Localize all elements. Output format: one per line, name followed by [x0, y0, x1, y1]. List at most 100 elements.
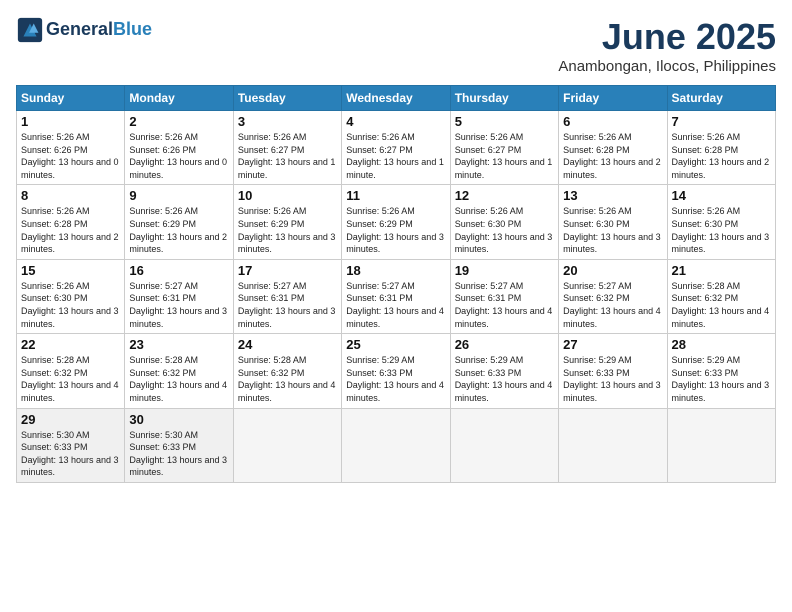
table-row: 26 Sunrise: 5:29 AMSunset: 6:33 PMDayligh…	[450, 334, 558, 408]
col-wednesday: Wednesday	[342, 86, 450, 111]
day-number: 12	[455, 188, 554, 203]
day-info: Sunrise: 5:28 AMSunset: 6:32 PMDaylight:…	[238, 354, 337, 404]
day-number: 25	[346, 337, 445, 352]
logo: GeneralBlue	[16, 16, 152, 44]
table-row: 30Sunrise: 5:30 AMSunset: 6:33 PMDayligh…	[125, 408, 233, 482]
title-block: June 2025 Anambongan, Ilocos, Philippine…	[558, 16, 776, 75]
day-info: Sunrise: 5:29 AMSunset: 6:33 PMDaylight:…	[672, 354, 771, 404]
day-number: 28	[672, 337, 771, 352]
day-info: Sunrise: 5:28 AMSunset: 6:32 PMDaylight:…	[129, 354, 228, 404]
day-info: Sunrise: 5:26 AMSunset: 6:30 PMDaylight:…	[21, 280, 120, 330]
day-info: Sunrise: 5:26 AMSunset: 6:29 PMDaylight:…	[129, 205, 228, 255]
table-row: 3Sunrise: 5:26 AMSunset: 6:27 PMDaylight…	[233, 111, 341, 185]
day-info: Sunrise: 5:28 AMSunset: 6:32 PMDaylight:…	[21, 354, 120, 404]
table-row	[342, 408, 450, 482]
table-row: 13Sunrise: 5:26 AMSunset: 6:30 PMDayligh…	[559, 185, 667, 259]
day-number: 8	[21, 188, 120, 203]
table-row: 5Sunrise: 5:26 AMSunset: 6:27 PMDaylight…	[450, 111, 558, 185]
calendar-week-row: 22 Sunrise: 5:28 AMSunset: 6:32 PMDayligh…	[17, 334, 776, 408]
day-number: 7	[672, 114, 771, 129]
table-row: 22 Sunrise: 5:28 AMSunset: 6:32 PMDayligh…	[17, 334, 125, 408]
day-info: Sunrise: 5:26 AMSunset: 6:29 PMDaylight:…	[346, 205, 445, 255]
table-row: 4 Sunrise: 5:26 AMSunset: 6:27 PMDaylight…	[342, 111, 450, 185]
calendar-header-row: Sunday Monday Tuesday Wednesday Thursday…	[17, 86, 776, 111]
calendar-week-row: 1 Sunrise: 5:26 AMSunset: 6:26 PMDaylight…	[17, 111, 776, 185]
day-info: Sunrise: 5:29 AMSunset: 6:33 PMDaylight:…	[563, 354, 662, 404]
day-number: 16	[129, 263, 228, 278]
logo-icon	[16, 16, 44, 44]
page-header: GeneralBlue June 2025 Anambongan, Ilocos…	[16, 16, 776, 75]
table-row	[233, 408, 341, 482]
day-number: 15	[21, 263, 120, 278]
day-number: 1	[21, 114, 120, 129]
table-row: 21 Sunrise: 5:28 AMSunset: 6:32 PMDayligh…	[667, 259, 775, 333]
col-thursday: Thursday	[450, 86, 558, 111]
day-info: Sunrise: 5:29 AMSunset: 6:33 PMDaylight:…	[455, 354, 554, 404]
table-row: 11Sunrise: 5:26 AMSunset: 6:29 PMDayligh…	[342, 185, 450, 259]
location-title: Anambongan, Ilocos, Philippines	[558, 58, 776, 75]
col-sunday: Sunday	[17, 86, 125, 111]
table-row: 7 Sunrise: 5:26 AMSunset: 6:28 PMDaylight…	[667, 111, 775, 185]
table-row: 27 Sunrise: 5:29 AMSunset: 6:33 PMDayligh…	[559, 334, 667, 408]
day-info: Sunrise: 5:26 AMSunset: 6:29 PMDaylight:…	[238, 205, 337, 255]
day-number: 4	[346, 114, 445, 129]
table-row: 9 Sunrise: 5:26 AMSunset: 6:29 PMDaylight…	[125, 185, 233, 259]
table-row: 16Sunrise: 5:27 AMSunset: 6:31 PMDayligh…	[125, 259, 233, 333]
table-row: 29 Sunrise: 5:30 AMSunset: 6:33 PMDayligh…	[17, 408, 125, 482]
day-number: 18	[346, 263, 445, 278]
calendar-week-row: 15 Sunrise: 5:26 AMSunset: 6:30 PMDayligh…	[17, 259, 776, 333]
day-number: 29	[21, 412, 120, 427]
day-number: 21	[672, 263, 771, 278]
day-number: 24	[238, 337, 337, 352]
table-row	[559, 408, 667, 482]
day-info: Sunrise: 5:26 AMSunset: 6:27 PMDaylight:…	[238, 131, 337, 181]
table-row	[667, 408, 775, 482]
day-number: 26	[455, 337, 554, 352]
col-tuesday: Tuesday	[233, 86, 341, 111]
day-info: Sunrise: 5:26 AMSunset: 6:26 PMDaylight:…	[21, 131, 120, 181]
day-info: Sunrise: 5:26 AMSunset: 6:26 PMDaylight:…	[129, 131, 228, 181]
calendar-week-row: 29 Sunrise: 5:30 AMSunset: 6:33 PMDayligh…	[17, 408, 776, 482]
day-number: 2	[129, 114, 228, 129]
day-info: Sunrise: 5:26 AMSunset: 6:27 PMDaylight:…	[455, 131, 554, 181]
table-row: 14Sunrise: 5:26 AMSunset: 6:30 PMDayligh…	[667, 185, 775, 259]
table-row: 20Sunrise: 5:27 AMSunset: 6:32 PMDayligh…	[559, 259, 667, 333]
table-row: 19Sunrise: 5:27 AMSunset: 6:31 PMDayligh…	[450, 259, 558, 333]
table-row: 6 Sunrise: 5:26 AMSunset: 6:28 PMDaylight…	[559, 111, 667, 185]
calendar-week-row: 8 Sunrise: 5:26 AMSunset: 6:28 PMDaylight…	[17, 185, 776, 259]
day-info: Sunrise: 5:26 AMSunset: 6:28 PMDaylight:…	[672, 131, 771, 181]
table-row: 15 Sunrise: 5:26 AMSunset: 6:30 PMDayligh…	[17, 259, 125, 333]
day-number: 27	[563, 337, 662, 352]
month-title: June 2025	[558, 16, 776, 58]
day-number: 14	[672, 188, 771, 203]
table-row: 12Sunrise: 5:26 AMSunset: 6:30 PMDayligh…	[450, 185, 558, 259]
table-row: 17Sunrise: 5:27 AMSunset: 6:31 PMDayligh…	[233, 259, 341, 333]
table-row: 2 Sunrise: 5:26 AMSunset: 6:26 PMDaylight…	[125, 111, 233, 185]
day-info: Sunrise: 5:26 AMSunset: 6:27 PMDaylight:…	[346, 131, 445, 181]
table-row: 24 Sunrise: 5:28 AMSunset: 6:32 PMDayligh…	[233, 334, 341, 408]
day-info: Sunrise: 5:27 AMSunset: 6:31 PMDaylight:…	[455, 280, 554, 330]
day-info: Sunrise: 5:26 AMSunset: 6:28 PMDaylight:…	[563, 131, 662, 181]
day-number: 10	[238, 188, 337, 203]
table-row: 18 Sunrise: 5:27 AMSunset: 6:31 PMDayligh…	[342, 259, 450, 333]
day-number: 22	[21, 337, 120, 352]
col-monday: Monday	[125, 86, 233, 111]
day-info: Sunrise: 5:27 AMSunset: 6:31 PMDaylight:…	[238, 280, 337, 330]
day-info: Sunrise: 5:27 AMSunset: 6:32 PMDaylight:…	[563, 280, 662, 330]
day-info: Sunrise: 5:29 AMSunset: 6:33 PMDaylight:…	[346, 354, 445, 404]
day-number: 6	[563, 114, 662, 129]
day-info: Sunrise: 5:26 AMSunset: 6:28 PMDaylight:…	[21, 205, 120, 255]
table-row	[450, 408, 558, 482]
table-row: 1 Sunrise: 5:26 AMSunset: 6:26 PMDaylight…	[17, 111, 125, 185]
col-saturday: Saturday	[667, 86, 775, 111]
day-info: Sunrise: 5:30 AMSunset: 6:33 PMDaylight:…	[21, 429, 120, 479]
day-info: Sunrise: 5:28 AMSunset: 6:32 PMDaylight:…	[672, 280, 771, 330]
day-number: 30	[129, 412, 228, 427]
day-number: 9	[129, 188, 228, 203]
col-friday: Friday	[559, 86, 667, 111]
day-number: 13	[563, 188, 662, 203]
table-row: 23Sunrise: 5:28 AMSunset: 6:32 PMDayligh…	[125, 334, 233, 408]
table-row: 28 Sunrise: 5:29 AMSunset: 6:33 PMDayligh…	[667, 334, 775, 408]
calendar-table: Sunday Monday Tuesday Wednesday Thursday…	[16, 85, 776, 483]
day-info: Sunrise: 5:27 AMSunset: 6:31 PMDaylight:…	[346, 280, 445, 330]
